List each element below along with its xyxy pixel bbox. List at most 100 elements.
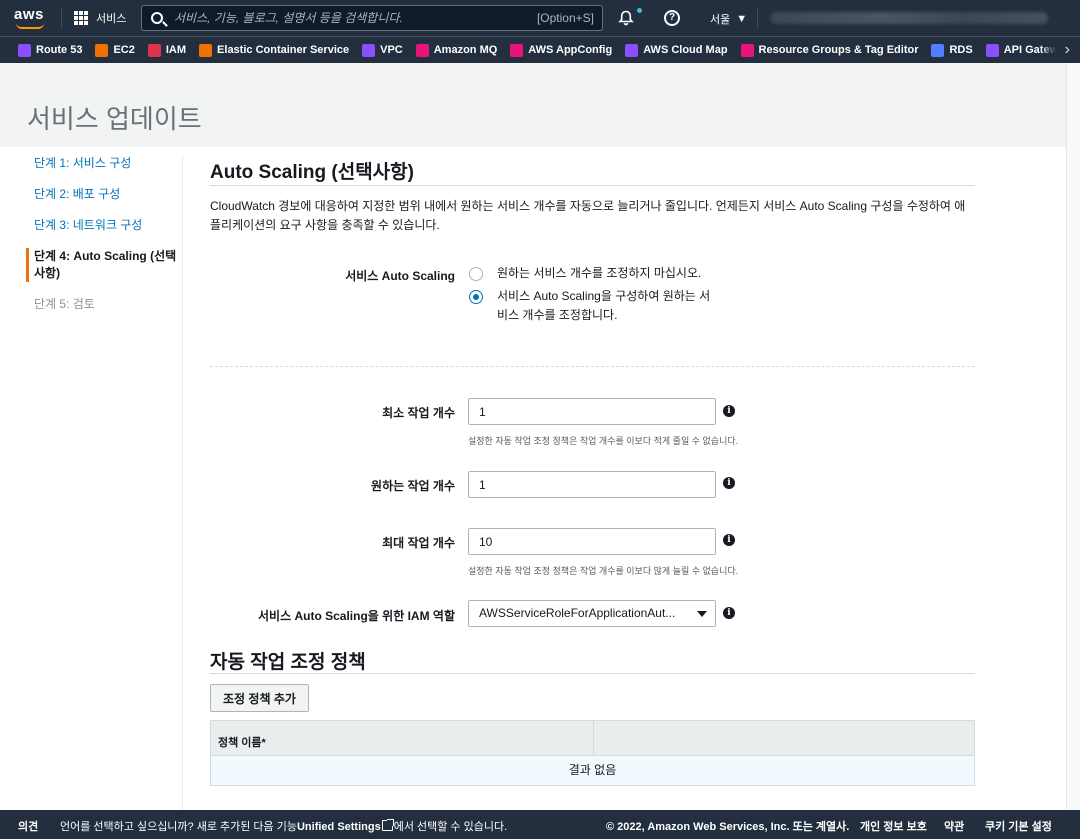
steps-divider [182, 155, 183, 810]
vpc-icon [362, 43, 376, 57]
radio-no-autoscaling[interactable] [469, 267, 483, 281]
caret-down-icon: ▼ [736, 13, 748, 25]
max-tasks-input[interactable] [468, 528, 716, 555]
info-icon[interactable]: i [723, 477, 735, 489]
desired-tasks-label: 원하는 작업 개수 [371, 479, 455, 493]
favorite-label: AWS Cloud Map [643, 44, 728, 56]
scrollbar[interactable] [1066, 63, 1080, 810]
language-notice-suffix: 에서 선택할 수 있습니다. [393, 821, 508, 833]
autoscaling-section-title: Auto Scaling (선택사항) [210, 162, 414, 183]
divider [61, 8, 62, 28]
services-menu-button[interactable]: 서비스 [74, 8, 126, 28]
add-scaling-policy-button[interactable]: 조정 정책 추가 [210, 684, 309, 712]
step-4-current: 단계 4: Auto Scaling (선택사항) [26, 248, 183, 282]
min-tasks-input[interactable] [468, 398, 716, 425]
language-notice: 언어를 선택하고 싶으십니까? 새로 추가된 다음 기능Unified Sett… [60, 818, 507, 834]
favorite-vpc[interactable]: VPC [362, 43, 403, 57]
autoscaling-description: CloudWatch 경보에 대응하여 지정한 범위 내에서 원하는 서비스 개… [210, 199, 966, 232]
info-icon[interactable]: i [723, 607, 735, 619]
step-1-link[interactable]: 단계 1: 서비스 구성 [26, 155, 183, 172]
policies-section-title: 자동 작업 조정 정책 [210, 652, 366, 673]
step-3-link[interactable]: 단계 3: 네트워크 구성 [26, 217, 183, 234]
favorite-label: EC2 [113, 44, 135, 56]
desired-tasks-input[interactable] [468, 471, 716, 498]
min-tasks-hint: 설정한 자동 작업 조정 정책은 작업 개수를 이보다 적게 줄일 수 없습니다… [468, 436, 739, 446]
region-label: 서울 [710, 14, 731, 26]
wizard-steps: 단계 1: 서비스 구성 단계 2: 배포 구성 단계 3: 네트워크 구성 단… [26, 155, 183, 327]
step-5-disabled: 단계 5: 검토 [34, 297, 95, 311]
aws-logo[interactable]: aws [14, 6, 48, 32]
search-bar[interactable]: [Option+S] [141, 5, 603, 31]
mq-icon [415, 43, 429, 57]
feedback-link[interactable]: 의견 [18, 818, 38, 834]
min-tasks-label: 최소 작업 개수 [382, 406, 455, 420]
footer: 의견 언어를 선택하고 싶으십니까? 새로 추가된 다음 기능Unified S… [0, 810, 1080, 839]
radio-configure-autoscaling[interactable] [469, 290, 483, 304]
notification-dot [637, 8, 642, 13]
aws-smile-icon [16, 23, 44, 29]
favorite-appconfig[interactable]: AWS AppConfig [510, 43, 613, 57]
services-label: 서비스 [96, 13, 127, 25]
favorite-label: IAM [165, 44, 187, 56]
appconfig-icon [510, 43, 524, 57]
account-menu[interactable] [770, 12, 1048, 24]
step-2-link[interactable]: 단계 2: 배포 구성 [26, 186, 183, 203]
favorite-ecs[interactable]: Elastic Container Service [199, 43, 350, 57]
page-title: 서비스 업데이트 [27, 104, 202, 134]
search-icon [151, 12, 163, 24]
rds-icon [931, 43, 945, 57]
route53-icon [18, 43, 31, 57]
favorite-label: Elastic Container Service [217, 44, 350, 56]
cookie-preferences-link[interactable]: 쿠키 기본 설정 [985, 818, 1052, 834]
empty-results-row: 결과 없음 [210, 756, 975, 786]
favorite-label: AWS AppConfig [528, 44, 613, 56]
column-header-empty [594, 721, 608, 755]
privacy-link[interactable]: 개인 정보 보호 [860, 818, 927, 834]
favorite-ec2[interactable]: EC2 [95, 43, 135, 57]
unified-settings-link[interactable]: Unified Settings [297, 821, 381, 833]
top-navigation: aws 서비스 [Option+S] ? 서울 ▼ [0, 0, 1080, 36]
favorite-label: Route 53 [36, 44, 83, 56]
radio-configure-autoscaling-label[interactable]: 서비스 Auto Scaling을 구성하여 원하는 서비스 개수를 조정합니다… [497, 287, 719, 325]
ecs-icon [199, 43, 213, 57]
favorite-iam[interactable]: IAM [147, 43, 187, 57]
section-divider [210, 673, 975, 674]
scaling-policies-table: 정책 이름* 결과 없음 [210, 720, 975, 786]
search-input[interactable] [174, 10, 524, 26]
info-icon[interactable]: i [723, 534, 735, 546]
section-divider [210, 185, 975, 186]
favorite-label: Resource Groups & Tag Editor [758, 44, 919, 56]
help-icon[interactable]: ? [664, 10, 680, 26]
favorite-label: RDS [949, 44, 973, 56]
language-notice-prefix: 언어를 선택하고 싶으십니까? 새로 추가된 다음 기능 [60, 821, 297, 833]
terms-link[interactable]: 약관 [944, 818, 964, 834]
grid-icon [74, 11, 88, 25]
max-tasks-label: 최대 작업 개수 [382, 536, 455, 550]
chevron-right-icon[interactable]: › [1040, 37, 1080, 63]
service-autoscaling-label: 서비스 Auto Scaling [345, 269, 455, 283]
iam-role-label: 서비스 Auto Scaling을 위한 IAM 역할 [258, 609, 455, 623]
favorite-cloudmap[interactable]: AWS Cloud Map [625, 43, 728, 57]
column-header-policy-name[interactable]: 정책 이름* [211, 721, 594, 755]
divider [757, 8, 758, 28]
favorites-bar: Route 53 EC2 IAM Elastic Container Service V… [0, 36, 1080, 63]
radio-no-autoscaling-label[interactable]: 원하는 서비스 개수를 조정하지 마십시오. [497, 264, 757, 283]
favorite-label: Amazon MQ [433, 44, 498, 56]
external-link-icon [381, 819, 394, 831]
favorite-mq[interactable]: Amazon MQ [415, 43, 498, 57]
search-shortcut-hint: [Option+S] [536, 11, 594, 25]
table-header: 정책 이름* [210, 720, 975, 756]
favorite-resource-groups[interactable]: Resource Groups & Tag Editor [740, 43, 919, 57]
region-selector[interactable]: 서울 ▼ [710, 11, 747, 27]
info-icon[interactable]: i [723, 405, 735, 417]
section-separator [210, 366, 975, 367]
main-content: 서비스 업데이트 단계 1: 서비스 구성 단계 2: 배포 구성 단계 3: … [0, 63, 1066, 810]
cloudmap-icon [625, 43, 639, 57]
iam-role-select[interactable]: AWSServiceRoleForApplicationAut... [468, 600, 716, 627]
favorite-rds[interactable]: RDS [931, 43, 973, 57]
bell-icon[interactable] [617, 10, 635, 26]
favorite-route53[interactable]: Route 53 [18, 43, 83, 57]
favorite-label: VPC [380, 44, 403, 56]
iam-icon [147, 43, 161, 57]
resource-groups-icon [740, 43, 754, 57]
